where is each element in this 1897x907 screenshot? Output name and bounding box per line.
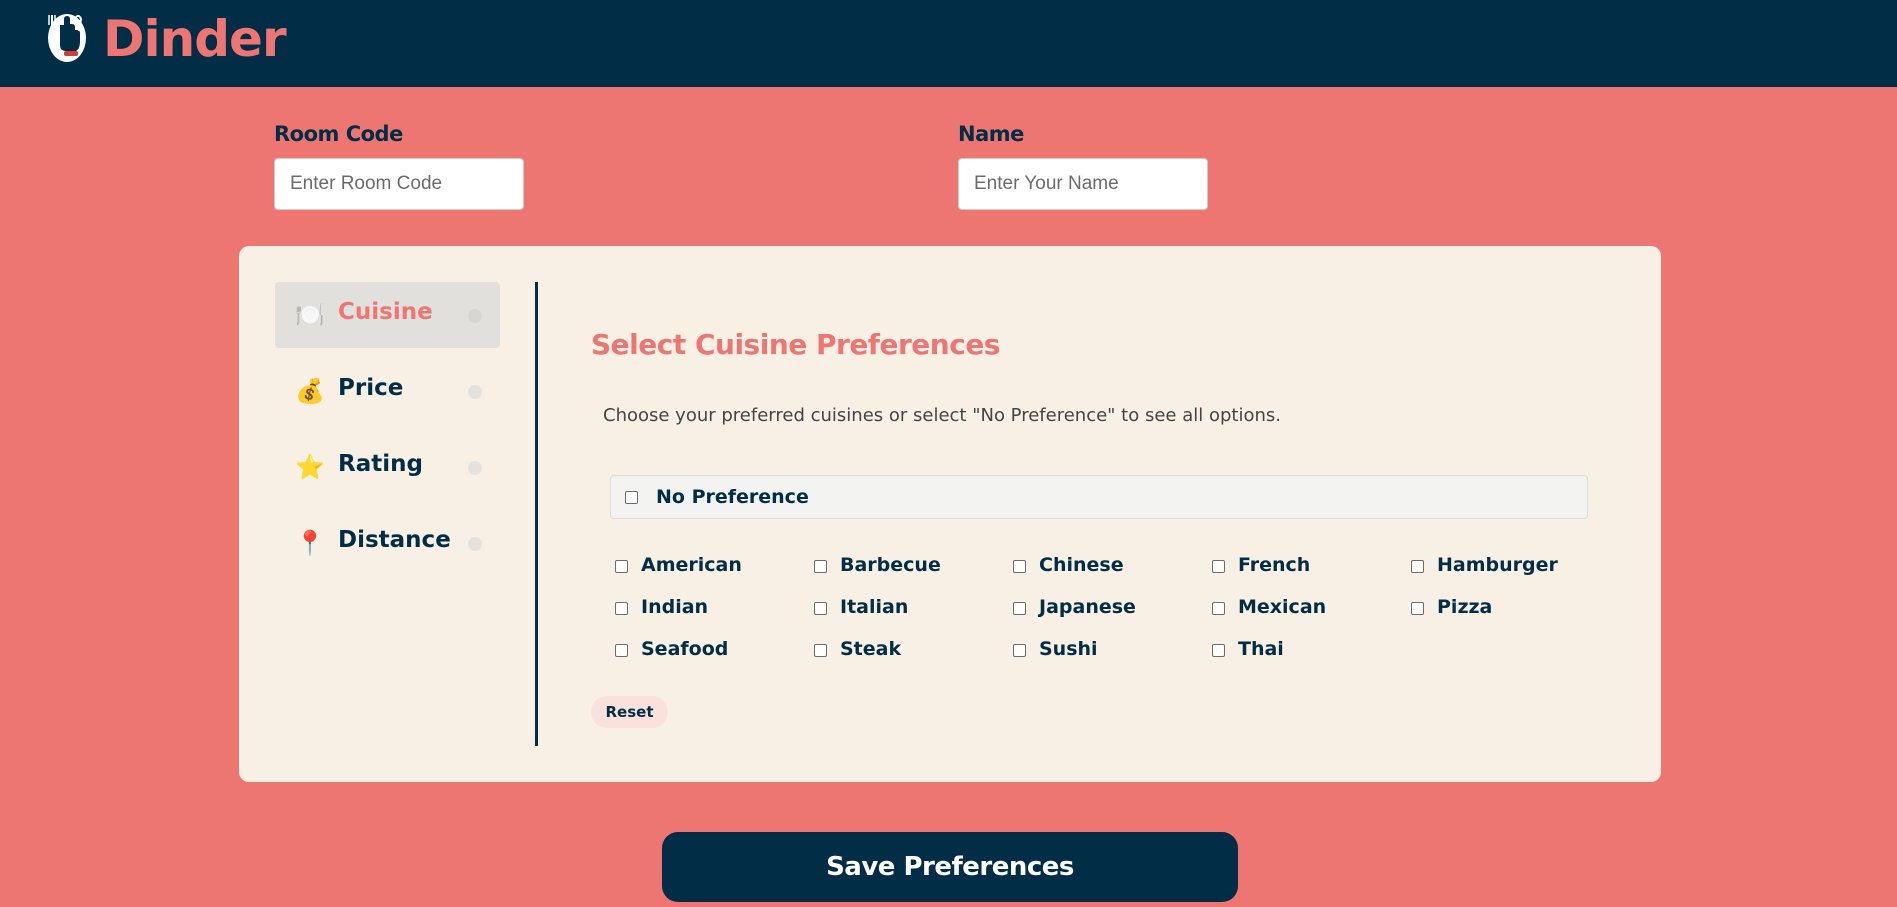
cuisine-label: Mexican: [1238, 596, 1327, 618]
cuisine-label: American: [641, 554, 742, 576]
top-bar: Dinder: [0, 0, 1897, 87]
sidebar-item-label: Distance: [338, 527, 451, 553]
section-description: Choose your preferred cuisines or select…: [603, 405, 1281, 426]
cuisine-checkbox[interactable]: [1013, 560, 1026, 573]
sidebar-item-cuisine[interactable]: 🍽️ Cuisine: [275, 282, 500, 348]
room-code-label: Room Code: [274, 122, 403, 146]
no-preference-option[interactable]: No Preference: [610, 475, 1588, 519]
save-preferences-button[interactable]: Save Preferences: [662, 832, 1238, 902]
reset-button[interactable]: Reset: [591, 696, 668, 728]
cuisine-label: Sushi: [1039, 638, 1098, 660]
cuisine-checkbox[interactable]: [1212, 602, 1225, 615]
cuisine-checkbox[interactable]: [615, 602, 628, 615]
cuisine-label: Steak: [840, 638, 902, 660]
cuisine-checkbox[interactable]: [1411, 560, 1424, 573]
sidebar-item-label: Rating: [338, 451, 423, 477]
no-preference-label: No Preference: [656, 486, 809, 508]
vertical-divider: [535, 282, 538, 746]
cuisine-option-thai[interactable]: Thai: [1212, 638, 1402, 664]
cuisine-label: Thai: [1238, 638, 1284, 660]
cuisine-option-hamburger[interactable]: Hamburger: [1411, 554, 1601, 580]
money-bag-icon: 💰: [295, 377, 325, 405]
status-dot: [468, 309, 482, 323]
cuisine-checkbox[interactable]: [814, 602, 827, 615]
cuisine-option-american[interactable]: American: [615, 554, 805, 580]
cuisine-label: Japanese: [1039, 596, 1136, 618]
status-dot: [468, 537, 482, 551]
section-title: Select Cuisine Preferences: [591, 328, 1000, 361]
sidebar-item-distance[interactable]: 📍 Distance: [275, 510, 500, 576]
cuisine-checkbox[interactable]: [1212, 560, 1225, 573]
cuisine-option-indian[interactable]: Indian: [615, 596, 805, 622]
sidebar-item-label: Price: [338, 375, 404, 401]
cuisine-option-steak[interactable]: Steak: [814, 638, 1004, 664]
logo-icon[interactable]: [46, 11, 88, 63]
cuisine-label: Indian: [641, 596, 709, 618]
cuisine-option-japanese[interactable]: Japanese: [1013, 596, 1203, 622]
name-input[interactable]: [958, 158, 1208, 210]
room-code-input[interactable]: [274, 158, 524, 210]
status-dot: [468, 461, 482, 475]
plate-icon: 🍽️: [295, 301, 325, 329]
cuisine-option-sushi[interactable]: Sushi: [1013, 638, 1203, 664]
no-preference-checkbox[interactable]: [625, 491, 638, 504]
cuisine-checkbox[interactable]: [1411, 602, 1424, 615]
star-icon: ⭐: [295, 453, 325, 481]
cuisine-option-barbecue[interactable]: Barbecue: [814, 554, 1004, 580]
cuisine-label: Seafood: [641, 638, 729, 660]
cuisine-label: French: [1238, 554, 1311, 576]
cuisine-option-chinese[interactable]: Chinese: [1013, 554, 1203, 580]
cuisine-option-seafood[interactable]: Seafood: [615, 638, 805, 664]
preferences-card: 🍽️ Cuisine 💰 Price ⭐ Rating 📍 Distance S…: [239, 246, 1661, 782]
cuisine-checkbox[interactable]: [1212, 644, 1225, 657]
cuisine-label: Hamburger: [1437, 554, 1558, 576]
sidebar-item-label: Cuisine: [338, 299, 433, 325]
pin-icon: 📍: [295, 529, 325, 557]
sidebar-item-rating[interactable]: ⭐ Rating: [275, 434, 500, 500]
cuisine-option-mexican[interactable]: Mexican: [1212, 596, 1402, 622]
sidebar-item-price[interactable]: 💰 Price: [275, 358, 500, 424]
cuisine-checkbox[interactable]: [1013, 602, 1026, 615]
cuisine-option-italian[interactable]: Italian: [814, 596, 1004, 622]
cuisine-option-french[interactable]: French: [1212, 554, 1402, 580]
name-label: Name: [958, 122, 1024, 146]
cuisine-checkbox[interactable]: [814, 644, 827, 657]
app-title: Dinder: [103, 10, 287, 68]
cuisine-label: Pizza: [1437, 596, 1493, 618]
status-dot: [468, 385, 482, 399]
cuisine-label: Barbecue: [840, 554, 941, 576]
cuisine-checkbox[interactable]: [615, 560, 628, 573]
cuisine-option-pizza[interactable]: Pizza: [1411, 596, 1601, 622]
cuisine-label: Italian: [840, 596, 909, 618]
cuisine-checkbox[interactable]: [1013, 644, 1026, 657]
cuisine-label: Chinese: [1039, 554, 1124, 576]
cuisine-checkbox[interactable]: [615, 644, 628, 657]
cuisine-checkbox[interactable]: [814, 560, 827, 573]
